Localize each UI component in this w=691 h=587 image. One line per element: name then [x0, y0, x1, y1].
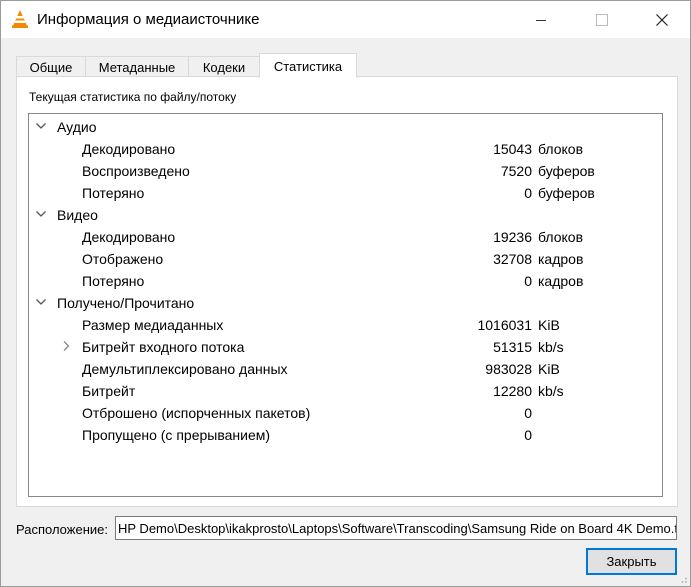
stat-value: 51315 [493, 339, 532, 355]
close-window-button[interactable] [639, 1, 685, 38]
chevron-right-icon[interactable] [60, 340, 72, 352]
stat-value: 7520 [500, 163, 532, 179]
stat-label: Воспроизведено [82, 163, 190, 179]
stat-unit: блоков [538, 141, 584, 157]
stat-label: Декодировано [82, 229, 176, 245]
tree-row[interactable]: Демультиплексировано данных 983028 KiB [29, 358, 662, 380]
stat-value: 983028 [485, 361, 532, 377]
tree-group-input[interactable]: Получено/Прочитано [29, 292, 662, 314]
minimize-icon [536, 19, 546, 21]
stat-value: 32708 [493, 251, 532, 267]
tree-row[interactable]: Отброшено (испорченных пакетов) 0 [29, 402, 662, 424]
location-label: Расположение: [16, 522, 108, 537]
tree-group-audio[interactable]: Аудио [29, 116, 662, 138]
group-label: Получено/Прочитано [57, 295, 195, 311]
stat-value: 19236 [493, 229, 532, 245]
tab-general-label: Общие [29, 60, 73, 75]
stat-value: 0 [524, 405, 532, 421]
window-title: Информация о медиаисточнике [37, 11, 260, 28]
stat-unit: кадров [538, 273, 584, 289]
stat-unit: кадров [538, 251, 584, 267]
stat-label: Размер медиаданных [82, 317, 224, 333]
tab-codecs[interactable]: Кодеки [188, 56, 260, 78]
stat-label: Потеряно [82, 185, 145, 201]
tree-row[interactable]: Воспроизведено 7520 буферов [29, 160, 662, 182]
maximize-icon [596, 13, 608, 26]
location-field[interactable]: HP Demo\Desktop\ikakprosto\Laptops\Softw… [115, 516, 677, 540]
statistics-tree[interactable]: Аудио Декодировано 15043 блоков Воспроиз… [28, 113, 663, 497]
close-button[interactable]: Закрыть [586, 548, 677, 575]
stat-label: Отображено [82, 251, 164, 267]
close-icon [656, 13, 668, 26]
stat-value: 0 [524, 185, 532, 201]
stat-value: 0 [524, 273, 532, 289]
stat-unit: KiB [538, 361, 560, 377]
tab-general[interactable]: Общие [16, 56, 86, 78]
group-label: Аудио [57, 119, 97, 135]
stat-unit: буферов [538, 163, 595, 179]
maximize-button[interactable] [579, 1, 625, 38]
statistics-panel: Текущая статистика по файлу/потоку Аудио… [16, 76, 678, 507]
media-info-window: Информация о медиаисточнике Общие Метада… [0, 0, 691, 587]
chevron-down-icon[interactable] [35, 296, 47, 308]
chevron-down-icon[interactable] [35, 120, 47, 132]
stat-value: 0 [524, 427, 532, 443]
tree-row[interactable]: Битрейт 12280 kb/s [29, 380, 662, 402]
tab-metadata[interactable]: Метаданные [85, 56, 189, 78]
stat-label: Потеряно [82, 273, 145, 289]
stat-value: 12280 [493, 383, 532, 399]
stat-unit: буферов [538, 185, 595, 201]
stat-label: Битрейт входного потока [82, 339, 245, 355]
tree-row[interactable]: Декодировано 15043 блоков [29, 138, 662, 160]
tree-row[interactable]: Размер медиаданных 1016031 KiB [29, 314, 662, 336]
stat-label: Битрейт [82, 383, 136, 399]
tree-row[interactable]: Потеряно 0 кадров [29, 270, 662, 292]
chevron-down-icon[interactable] [35, 208, 47, 220]
minimize-button[interactable] [518, 1, 564, 38]
group-label: Видео [57, 207, 98, 223]
vlc-cone-icon [12, 10, 28, 28]
tree-row[interactable]: Отображено 32708 кадров [29, 248, 662, 270]
statistics-caption: Текущая статистика по файлу/потоку [29, 90, 237, 104]
tab-codecs-label: Кодеки [202, 60, 246, 75]
title-bar[interactable]: Информация о медиаисточнике [1, 1, 690, 38]
stat-value: 15043 [493, 141, 532, 157]
stat-label: Демультиплексировано данных [82, 361, 288, 377]
resize-grip-icon[interactable] [678, 574, 688, 584]
tab-statistics[interactable]: Статистика [259, 53, 357, 78]
close-button-label: Закрыть [606, 554, 657, 569]
tab-statistics-label: Статистика [273, 58, 343, 74]
stat-label: Отброшено (испорченных пакетов) [82, 405, 311, 421]
tree-row[interactable]: Пропущено (с прерыванием) 0 [29, 424, 662, 446]
stat-unit: kb/s [538, 383, 564, 399]
tree-row[interactable]: Потеряно 0 буферов [29, 182, 662, 204]
stat-value: 1016031 [477, 317, 532, 333]
stat-unit: kb/s [538, 339, 564, 355]
stat-label: Декодировано [82, 141, 176, 157]
tree-row[interactable]: Декодировано 19236 блоков [29, 226, 662, 248]
tree-group-video[interactable]: Видео [29, 204, 662, 226]
tree-row[interactable]: Битрейт входного потока 51315 kb/s [29, 336, 662, 358]
tab-metadata-label: Метаданные [98, 60, 176, 75]
stat-label: Пропущено (с прерыванием) [82, 427, 271, 443]
stat-unit: KiB [538, 317, 560, 333]
stat-unit: блоков [538, 229, 584, 245]
